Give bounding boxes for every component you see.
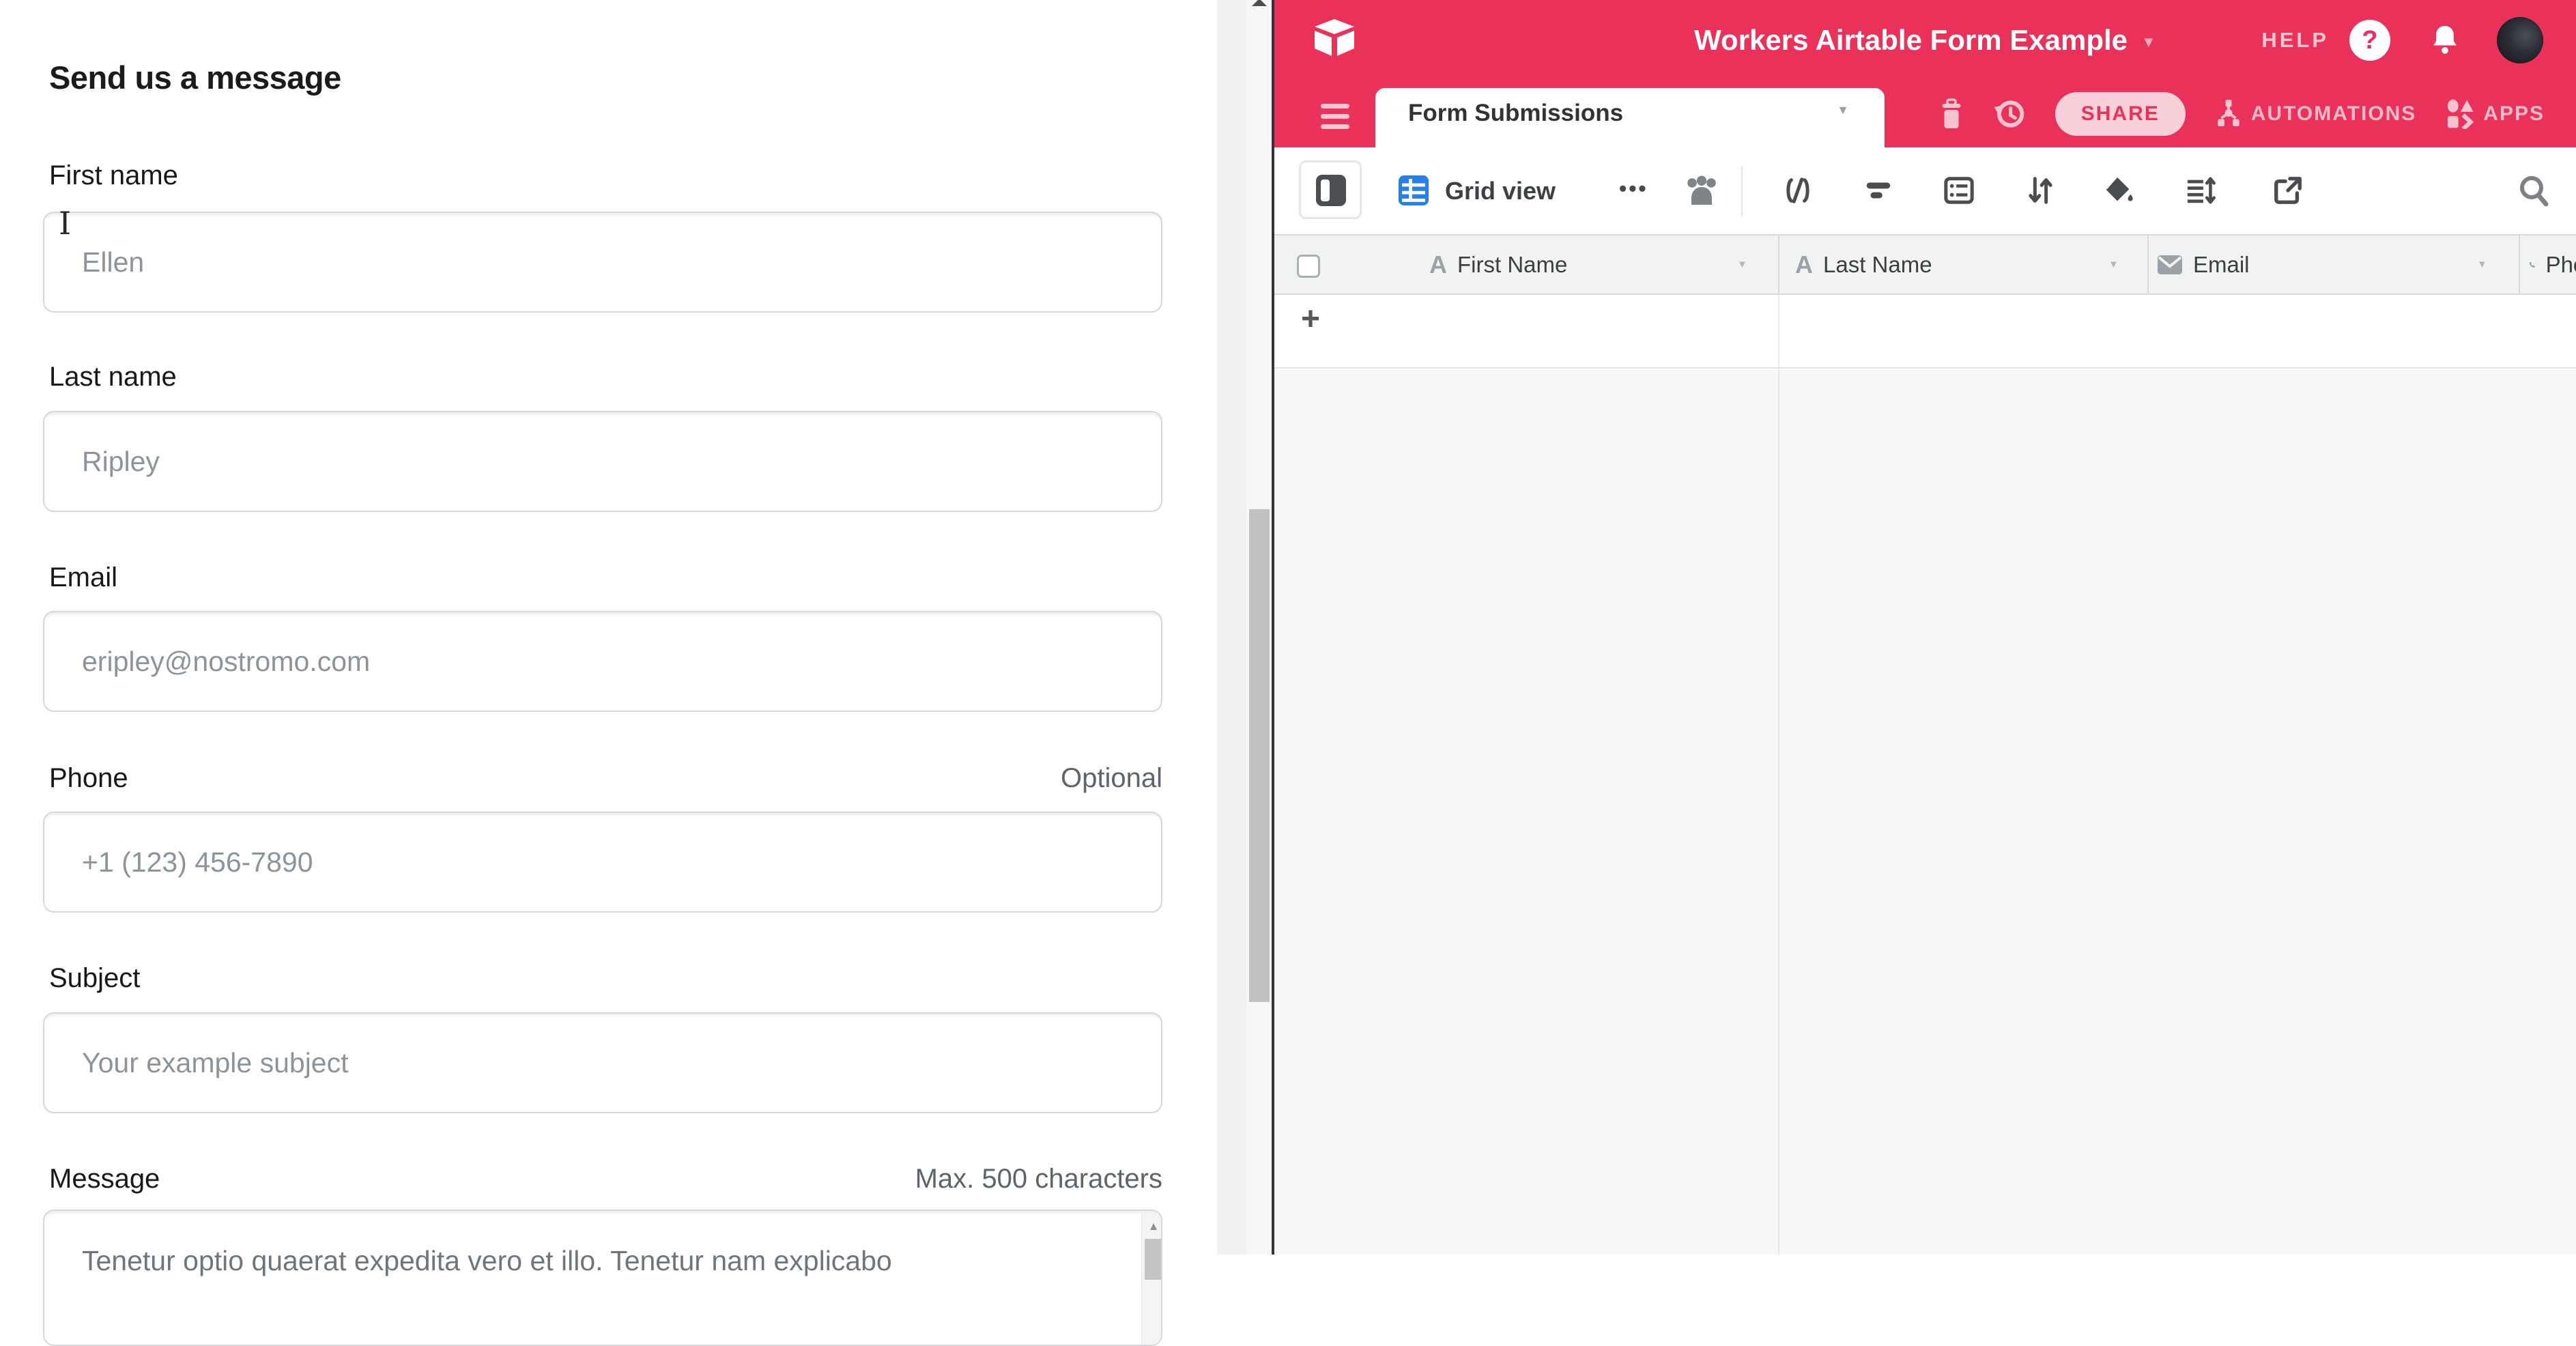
view-bar: Grid view ••• (1274, 147, 2576, 234)
hide-fields-icon[interactable] (1782, 175, 1814, 206)
view-name[interactable]: Grid view (1445, 147, 1556, 234)
share-view-icon[interactable] (2272, 175, 2304, 206)
sidebar-panel-icon (1316, 175, 1346, 206)
message-scroll-thumb[interactable] (1145, 1239, 1162, 1280)
column-divider[interactable] (2519, 235, 2520, 293)
text-field-type-icon: A (1795, 250, 1813, 279)
automations-icon (2214, 98, 2243, 130)
table-header-row: A First Name ▼ A Last Name ▼ Email ▼ Pho… (1274, 234, 2576, 295)
email-field-type-icon (2157, 255, 2183, 275)
browser-form-window: Send us a message First name I Last name… (0, 0, 1272, 1255)
column-divider (1778, 370, 1779, 1255)
help-button[interactable]: HELP (2261, 28, 2329, 53)
column-header-first-name[interactable]: A First Name (1429, 235, 1567, 293)
collaborators-icon[interactable] (1681, 175, 1721, 207)
email-input[interactable] (43, 611, 1162, 712)
column-name[interactable]: First Name (1457, 252, 1567, 278)
airtable-toolbar: Form Submissions ▼ SHARE (1274, 81, 2576, 147)
phone-optional-hint: Optional (1061, 763, 1162, 794)
message-scroll-up-icon[interactable]: ▲ (1142, 1220, 1162, 1233)
column-caret-icon[interactable]: ▼ (1737, 259, 1747, 270)
page-scroll-up-icon[interactable] (1252, 0, 1267, 6)
sort-icon[interactable] (2024, 175, 2056, 206)
share-button[interactable]: SHARE (2055, 92, 2186, 136)
apps-icon (2445, 99, 2475, 129)
column-header-phone[interactable]: Phone (2529, 235, 2576, 293)
phone-field-type-icon (2529, 251, 2536, 278)
viewbar-divider (1741, 167, 1743, 216)
add-record-row[interactable]: + (1274, 295, 2576, 369)
apps-label[interactable]: APPS (2483, 102, 2545, 126)
message-label: Message (49, 1164, 160, 1194)
grid-view-icon[interactable] (1397, 174, 1430, 207)
airtable-window: Workers Airtable Form Example ▼ HELP ? F… (1274, 0, 2576, 1255)
page-scrollbar-gutter (1217, 0, 1272, 1255)
table-tab-caret-icon[interactable]: ▼ (1837, 103, 1849, 117)
column-header-email[interactable]: Email (2157, 235, 2250, 293)
email-label: Email (49, 562, 117, 593)
base-title[interactable]: Workers Airtable Form Example (1694, 24, 2128, 57)
column-caret-icon[interactable]: ▼ (2477, 259, 2487, 270)
column-divider (1778, 295, 1779, 367)
grid-empty-area (1274, 370, 2576, 1255)
hamburger-menu-icon[interactable] (1321, 104, 1349, 129)
column-name[interactable]: Last Name (1823, 252, 1932, 278)
notifications-bell-icon[interactable] (2426, 21, 2464, 59)
column-name[interactable]: Email (2193, 252, 2250, 278)
trash-icon[interactable] (1939, 98, 1964, 130)
text-field-type-icon: A (1429, 250, 1447, 279)
select-all-checkbox[interactable] (1297, 255, 1320, 278)
contact-form: Send us a message First name I Last name… (0, 0, 1217, 1255)
filter-icon[interactable] (1863, 175, 1894, 206)
phone-label: Phone (49, 763, 128, 794)
first-name-input[interactable] (43, 212, 1162, 313)
column-header-last-name[interactable]: A Last Name (1795, 235, 1932, 293)
help-question-icon[interactable]: ? (2349, 20, 2390, 61)
first-name-label: First name (49, 160, 178, 191)
airtable-titlebar: Workers Airtable Form Example ▼ HELP ? (1274, 0, 2576, 81)
message-textarea-value: Tenetur optio quaerat expedita vero et i… (82, 1245, 1136, 1277)
last-name-input[interactable] (43, 411, 1162, 512)
table-tab-label[interactable]: Form Submissions (1408, 88, 1623, 139)
toolbar-right-group: SHARE AUTOMATIONS APPS (1939, 81, 2545, 147)
view-options-ellipsis-icon[interactable]: ••• (1619, 147, 1648, 229)
history-icon[interactable] (1992, 97, 2027, 131)
form-heading: Send us a message (49, 59, 341, 96)
column-divider[interactable] (2147, 235, 2149, 293)
column-caret-icon[interactable]: ▼ (2108, 259, 2119, 270)
subject-input[interactable] (43, 1012, 1162, 1113)
message-maxchars-hint: Max. 500 characters (915, 1164, 1162, 1194)
mouse-ibeam-cursor: I (59, 205, 71, 242)
automations-button[interactable]: AUTOMATIONS (2214, 98, 2417, 130)
page-scrollbar-thumb[interactable] (1249, 509, 1270, 1002)
row-height-icon[interactable] (2185, 175, 2218, 206)
phone-input[interactable] (43, 812, 1162, 913)
last-name-label: Last name (49, 362, 177, 392)
column-divider[interactable] (1778, 235, 1779, 293)
column-name[interactable]: Phone (2546, 252, 2576, 278)
color-icon[interactable] (2102, 175, 2136, 206)
apps-button[interactable]: APPS (2445, 99, 2545, 129)
views-sidebar-toggle[interactable] (1299, 160, 1362, 219)
base-title-caret-icon[interactable]: ▼ (2141, 33, 2156, 51)
titlebar-right-group: HELP ? (2261, 0, 2543, 81)
message-textarea[interactable]: Tenetur optio quaerat expedita vero et i… (43, 1209, 1162, 1346)
add-record-plus-icon[interactable]: + (1301, 300, 1320, 338)
subject-label: Subject (49, 963, 140, 994)
search-icon[interactable] (2517, 175, 2549, 209)
user-avatar[interactable] (2497, 17, 2543, 63)
automations-label[interactable]: AUTOMATIONS (2251, 102, 2417, 126)
table-tab-form-submissions[interactable]: Form Submissions ▼ (1375, 88, 1885, 147)
group-icon[interactable] (1943, 175, 1975, 206)
message-scrollbar[interactable]: ▲ (1141, 1213, 1162, 1345)
